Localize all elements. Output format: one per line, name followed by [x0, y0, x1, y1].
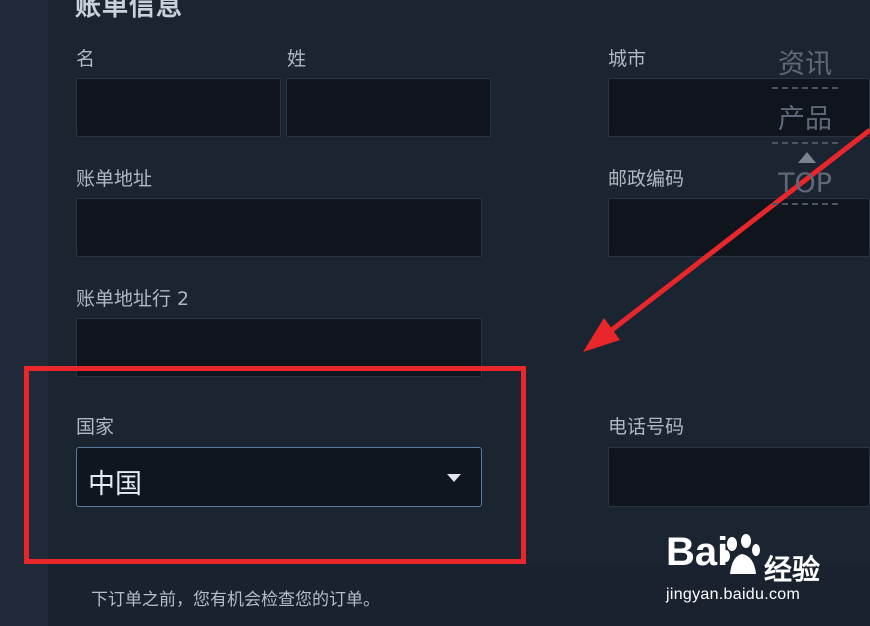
back-to-top-label: TOP — [777, 168, 833, 199]
watermark-brand: Bai — [666, 530, 729, 574]
nav-item-products[interactable]: 产品 — [772, 95, 838, 144]
back-to-top-button[interactable]: TOP — [772, 150, 838, 205]
baidu-jingyan-watermark: Bai 经验 jingyan.baidu.com — [666, 530, 866, 610]
order-review-note: 下订单之前，您有机会检查您的订单。 — [91, 590, 380, 610]
floating-side-nav: 资讯 产品 TOP — [772, 40, 838, 205]
baidu-paw-logo-icon — [722, 534, 760, 574]
up-triangle-icon — [798, 152, 816, 163]
watermark-url: jingyan.baidu.com — [666, 586, 801, 603]
nav-item-news[interactable]: 资讯 — [772, 40, 838, 89]
watermark-brand-suffix: 经验 — [764, 553, 821, 586]
